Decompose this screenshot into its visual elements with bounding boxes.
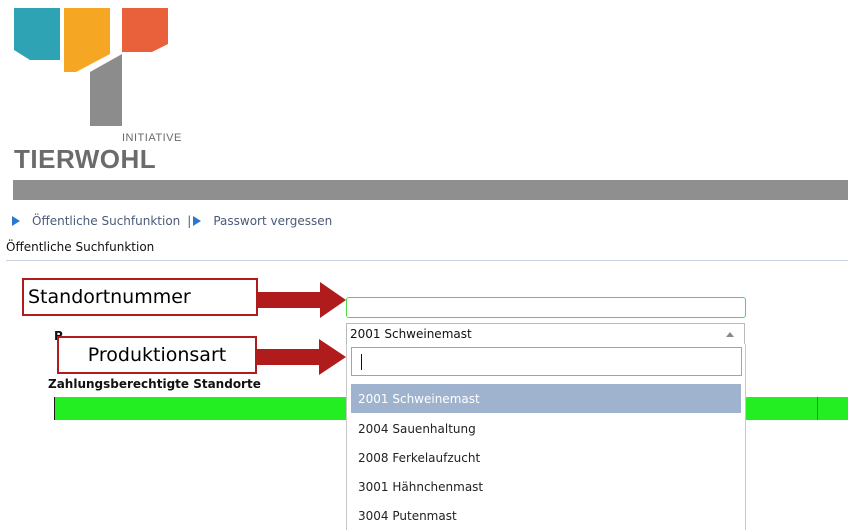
nav-link-public-search[interactable]: Öffentliche Suchfunktion bbox=[32, 214, 180, 228]
dropdown-option[interactable]: 2008 Ferkelaufzucht bbox=[351, 443, 741, 472]
triangle-right-icon bbox=[12, 216, 20, 226]
nav-separator: | bbox=[187, 214, 192, 228]
section-heading: Zahlungsberechtigte Standorte bbox=[48, 377, 261, 391]
page-title: Öffentliche Suchfunktion bbox=[6, 240, 155, 254]
text-cursor bbox=[361, 354, 362, 370]
annotation-produktionsart: Produktionsart bbox=[57, 336, 257, 374]
table-header-bar bbox=[54, 397, 346, 420]
chevron-up-icon[interactable] bbox=[726, 332, 734, 337]
dropdown-option[interactable]: 3004 Putenmast bbox=[351, 501, 741, 530]
triangle-right-icon bbox=[193, 216, 202, 226]
produktionsart-selected-value: 2001 Schweinemast bbox=[350, 327, 472, 341]
logo-brand-text: TIERWOHL bbox=[14, 144, 157, 174]
nav-link-forgot-password[interactable]: Passwort vergessen bbox=[213, 214, 332, 228]
annotation-standortnummer: Standortnummer bbox=[22, 278, 258, 316]
initiative-tierwohl-logo: INITIATIVE TIERWOHL bbox=[0, 0, 200, 178]
dropdown-search-input[interactable] bbox=[351, 347, 742, 376]
produktionsart-dropdown: 2001 Schweinemast 2004 Sauenhaltung 2008… bbox=[346, 344, 746, 530]
dropdown-option[interactable]: 2001 Schweinemast bbox=[351, 384, 741, 413]
top-nav: Öffentliche Suchfunktion | Passwort verg… bbox=[12, 212, 332, 230]
dropdown-option[interactable]: 3001 Hähnchenmast bbox=[351, 472, 741, 501]
standortnummer-input[interactable] bbox=[346, 297, 746, 318]
dropdown-option[interactable]: 2004 Sauenhaltung bbox=[351, 414, 741, 443]
table-header-bar-right bbox=[746, 397, 848, 420]
annotation-arrow-1-icon bbox=[258, 282, 346, 318]
divider bbox=[6, 260, 848, 261]
header-bar bbox=[13, 180, 848, 200]
column-divider bbox=[817, 397, 818, 420]
logo-initiative-text: INITIATIVE bbox=[122, 132, 182, 144]
produktionsart-select[interactable]: 2001 Schweinemast bbox=[346, 323, 745, 345]
annotation-arrow-2-icon bbox=[257, 339, 346, 375]
